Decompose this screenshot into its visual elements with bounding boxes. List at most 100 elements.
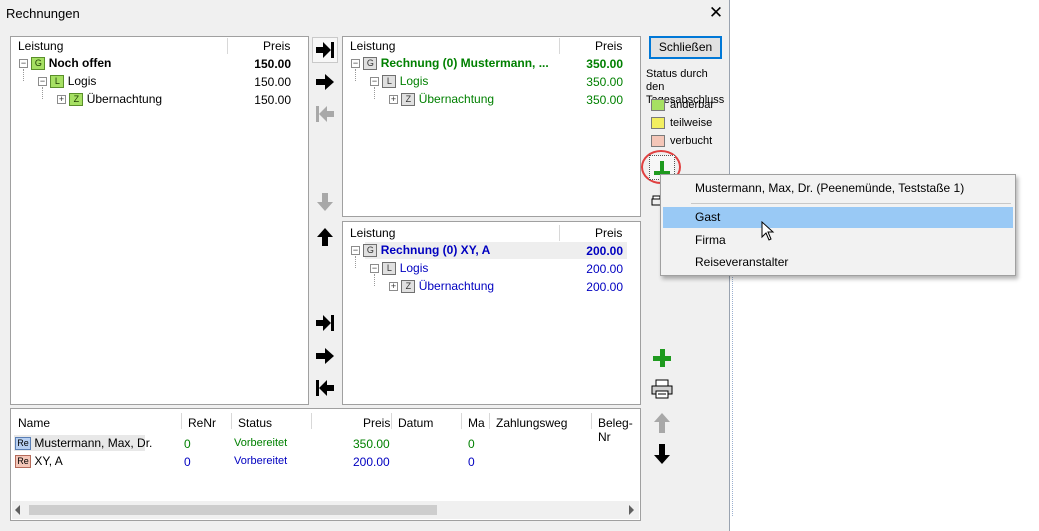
move-all-left-button-2[interactable] <box>312 375 338 401</box>
logis-badge-icon: L <box>382 262 397 276</box>
tree-price: 350.00 <box>586 75 623 89</box>
expand-icon[interactable]: + <box>389 282 398 292</box>
collapse-icon[interactable]: − <box>370 264 379 274</box>
column-header-leistung[interactable]: Leistung <box>18 39 63 53</box>
invoice-badge-icon: Re <box>15 437 31 451</box>
cell-renr: 0 <box>184 455 191 469</box>
tree-row-uebernachtung[interactable]: + Z Übernachtung 350.00 <box>389 92 631 108</box>
tree-row-noch-offen[interactable]: − G Noch offen 150.00 <box>19 56 299 72</box>
column-header-preis[interactable]: Preis <box>595 226 622 240</box>
header-divider <box>181 413 182 429</box>
menu-item-reiseveranstalter[interactable]: Reiseveranstalter <box>695 255 788 269</box>
cell-preis: 350.00 <box>353 437 390 451</box>
menu-item-gast[interactable]: Gast <box>663 207 1013 228</box>
group-badge-icon: G <box>363 57 378 71</box>
print-button[interactable] <box>649 376 675 402</box>
collapse-icon[interactable]: − <box>38 77 47 87</box>
collapse-icon[interactable]: − <box>370 77 379 87</box>
logis-badge-icon: L <box>382 75 397 89</box>
header-divider <box>227 38 228 54</box>
scroll-right-icon[interactable] <box>629 505 634 515</box>
table-row[interactable]: Re XY, A 0 Vorbereitet 200.00 0 <box>15 454 637 470</box>
collapse-icon[interactable]: − <box>351 246 360 256</box>
arrow-up-icon <box>317 228 333 246</box>
scroll-left-icon[interactable] <box>15 505 20 515</box>
column-header-ma[interactable]: Ma <box>468 416 485 430</box>
group-badge-icon: G <box>31 57 46 71</box>
column-header-leistung[interactable]: Leistung <box>350 226 395 240</box>
open-items-panel[interactable]: Leistung Preis − G Noch offen 150.00 − L… <box>10 36 309 405</box>
mouse-cursor-icon <box>761 220 775 244</box>
move-all-right-icon <box>316 315 334 331</box>
service-badge-icon: Z <box>69 93 84 107</box>
collapse-icon[interactable]: − <box>19 59 28 69</box>
tree-row-uebernachtung[interactable]: + Z Übernachtung 200.00 <box>389 279 631 295</box>
service-badge-icon: Z <box>401 93 416 107</box>
tree-row-uebernachtung[interactable]: + Z Übernachtung 150.00 <box>57 92 299 108</box>
collapse-icon[interactable]: − <box>351 59 360 69</box>
tree-label: Logis <box>399 74 429 88</box>
move-all-right-button[interactable] <box>312 37 338 63</box>
tree-price: 200.00 <box>586 262 623 276</box>
close-icon[interactable]: ✕ <box>706 3 726 23</box>
menu-item-firma[interactable]: Firma <box>695 233 726 247</box>
window-title: Rechnungen <box>6 6 80 21</box>
tree-price: 350.00 <box>586 93 623 107</box>
expand-icon[interactable]: + <box>57 95 66 105</box>
header-divider <box>559 225 560 241</box>
tree-row-logis[interactable]: − L Logis 150.00 <box>38 74 299 90</box>
column-header-renr[interactable]: ReNr <box>188 416 216 430</box>
horizontal-scrollbar[interactable] <box>12 501 639 519</box>
invoice-tree-panel-top[interactable]: Leistung Preis − G Rechnung (0) Musterma… <box>342 36 641 217</box>
column-header-name[interactable]: Name <box>18 416 50 430</box>
move-invoice-up-button[interactable] <box>649 410 675 436</box>
color-swatch <box>651 117 665 129</box>
tree-row-logis[interactable]: − L Logis 350.00 <box>370 74 631 90</box>
move-down-button[interactable] <box>312 189 338 215</box>
menu-separator <box>691 203 1011 204</box>
color-swatch <box>651 99 665 111</box>
logis-badge-icon: L <box>50 75 65 89</box>
invoice-tree-panel-bottom[interactable]: Leistung Preis − G Rechnung (0) XY, A 20… <box>342 221 641 405</box>
tree-label: Übernachtung <box>418 279 495 293</box>
tree-label: Logis <box>67 74 97 88</box>
column-header-preis[interactable]: Preis <box>595 39 622 53</box>
plus-icon <box>653 349 671 367</box>
move-all-left-icon <box>316 380 334 396</box>
column-header-preis[interactable]: Preis <box>363 416 390 430</box>
move-right-button[interactable] <box>312 69 338 95</box>
cell-name: XY, A <box>34 454 63 468</box>
scroll-thumb[interactable] <box>29 505 437 515</box>
close-button[interactable]: Schließen <box>649 36 722 59</box>
move-right-button-2[interactable] <box>312 343 338 369</box>
tree-label: Rechnung (0) Mustermann, ... <box>380 56 549 70</box>
cell-renr: 0 <box>184 437 191 451</box>
legend-item-verbucht: verbucht <box>651 135 712 147</box>
column-header-preis[interactable]: Preis <box>263 39 290 53</box>
table-row[interactable]: Re Mustermann, Max, Dr. 0 Vorbereitet 35… <box>15 436 637 452</box>
arrow-down-icon <box>317 193 333 211</box>
tree-price: 350.00 <box>586 57 623 71</box>
header-divider <box>559 38 560 54</box>
expand-icon[interactable]: + <box>389 95 398 105</box>
tree-row-rechnung-mustermann[interactable]: − G Rechnung (0) Mustermann, ... 350.00 <box>351 56 631 72</box>
tree-label: Noch offen <box>48 56 112 70</box>
add-invoice-button[interactable] <box>649 345 675 371</box>
tree-label: Übernachtung <box>418 92 495 106</box>
column-header-datum[interactable]: Datum <box>398 416 433 430</box>
column-header-status[interactable]: Status <box>238 416 272 430</box>
customer-type-context-menu[interactable]: Mustermann, Max, Dr. (Peenemünde, Testst… <box>660 174 1016 276</box>
move-all-left-button[interactable] <box>312 101 338 127</box>
move-up-button[interactable] <box>312 224 338 250</box>
column-header-leistung[interactable]: Leistung <box>350 39 395 53</box>
invoice-list-table[interactable]: Name ReNr Status Preis Datum Ma Zahlungs… <box>10 408 641 521</box>
move-invoice-down-button[interactable] <box>649 441 675 467</box>
header-divider <box>591 413 592 429</box>
tree-row-rechnung-xy[interactable]: − G Rechnung (0) XY, A 200.00 <box>351 243 631 259</box>
menu-header-customer[interactable]: Mustermann, Max, Dr. (Peenemünde, Testst… <box>695 181 964 195</box>
move-all-right-button-2[interactable] <box>312 310 338 336</box>
column-header-zahlungsweg[interactable]: Zahlungsweg <box>496 416 567 430</box>
cell-preis: 200.00 <box>353 455 390 469</box>
cell-status: Vorbereitet <box>234 437 288 449</box>
tree-row-logis[interactable]: − L Logis 200.00 <box>370 261 631 277</box>
